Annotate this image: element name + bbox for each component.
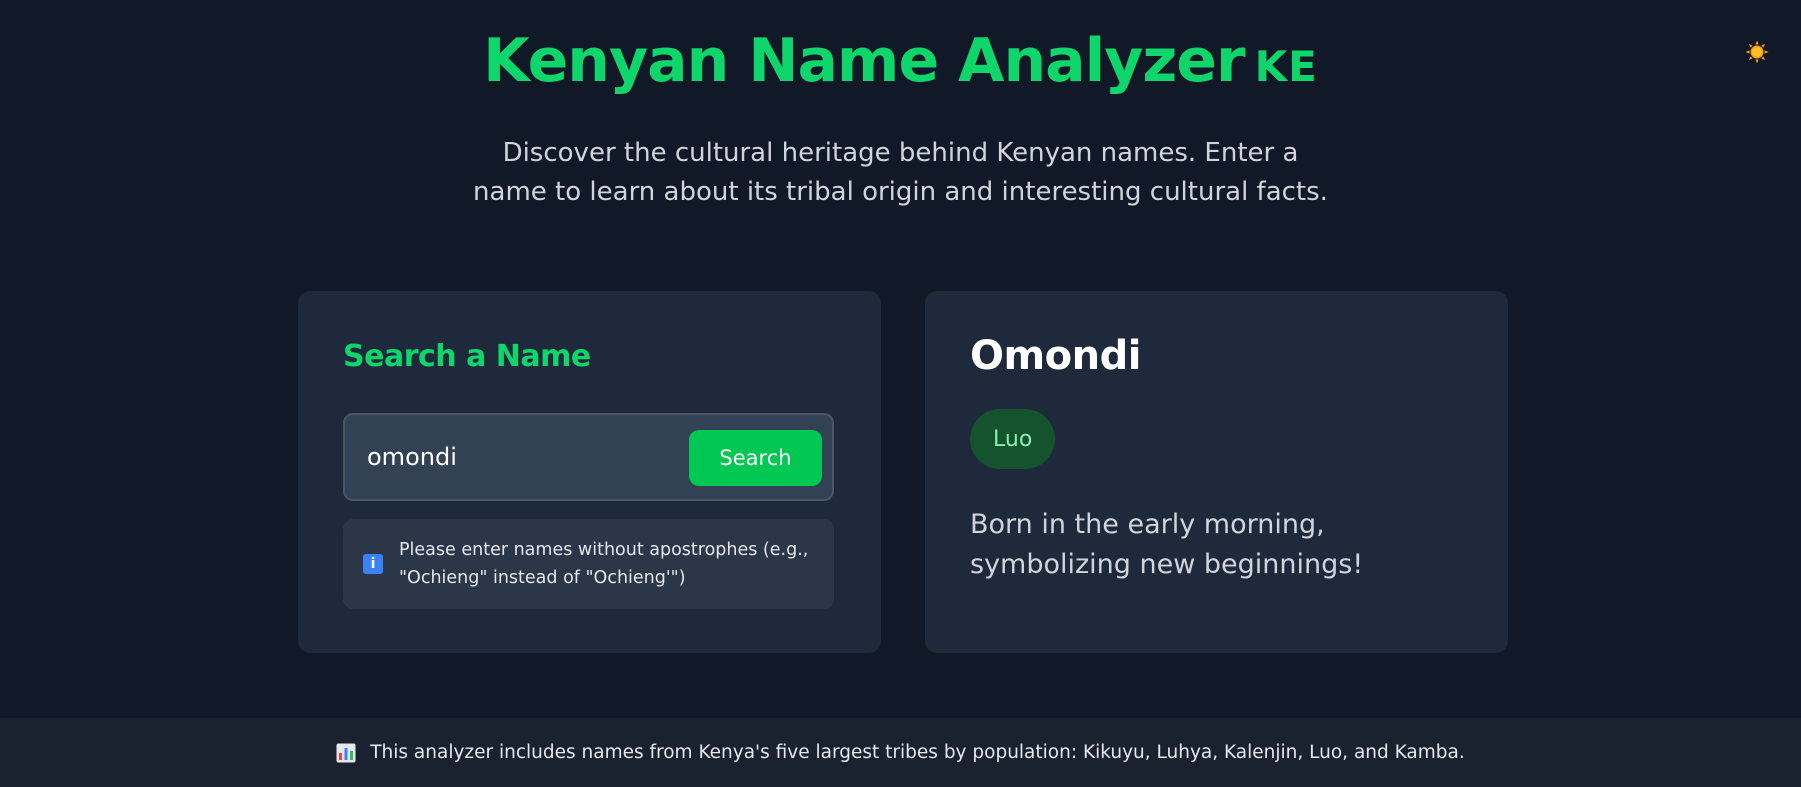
header: Kenyan Name Analyzer KE Discover the cult… [0, 22, 1801, 212]
title-text: Kenyan Name Analyzer [483, 26, 1245, 96]
apostrophe-notice: i Please enter names without apostrophes… [343, 519, 834, 609]
search-button[interactable]: Search [689, 430, 822, 486]
search-card-title: Search a Name [343, 339, 591, 374]
bar-chart-icon [336, 743, 356, 763]
info-icon: i [363, 554, 383, 574]
kenya-flag-text: KE [1254, 42, 1318, 91]
name-search-input[interactable] [367, 437, 667, 477]
page-subtitle: Discover the cultural heritage behind Ke… [473, 138, 1328, 207]
page-title: Kenyan Name Analyzer KE [0, 22, 1801, 106]
footer-text: This analyzer includes names from Kenya'… [370, 742, 1465, 763]
search-box: Search [343, 413, 834, 501]
notice-text: Please enter names without apostrophes (… [399, 540, 809, 588]
result-card: Omondi Luo Born in the early morning, sy… [925, 291, 1508, 653]
page: Kenyan Name Analyzer KE Discover the cult… [0, 0, 1801, 787]
tribe-badge: Luo [970, 409, 1056, 469]
cultural-fact: Born in the early morning, symbolizing n… [970, 509, 1364, 580]
result-name: Omondi [970, 333, 1141, 379]
search-card: Search a Name Search i Please enter name… [298, 291, 881, 653]
footer: This analyzer includes names from Kenya'… [0, 718, 1801, 787]
